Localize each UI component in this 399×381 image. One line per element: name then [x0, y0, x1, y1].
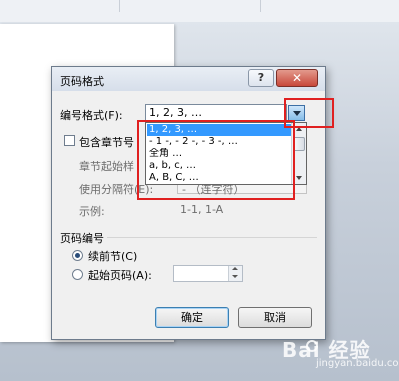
number-format-value: 1, 2, 3, …: [149, 106, 202, 119]
start-at-radio[interactable]: [72, 269, 83, 280]
chapter-style-label: 章节起始样: [79, 160, 134, 173]
highlight-box-list: [137, 120, 295, 200]
page-numbering-heading: 页码编号: [60, 232, 104, 245]
start-at-spinner[interactable]: [173, 265, 243, 282]
number-format-select[interactable]: 1, 2, 3, …: [145, 104, 287, 121]
window-background-top: [0, 0, 399, 22]
continue-label[interactable]: 续前节(C): [88, 248, 137, 264]
spinner-buttons: [228, 266, 242, 281]
watermark-url: jingyan.baidu.com: [316, 358, 399, 369]
highlight-box-arrow: [284, 98, 334, 128]
ok-button[interactable]: 确定: [155, 307, 229, 328]
example-value: 1-1, 1-A: [180, 203, 224, 216]
cancel-button[interactable]: 取消: [238, 307, 312, 328]
ruler-mark: [119, 0, 120, 12]
number-format-label: 编号格式(F):: [60, 109, 123, 122]
start-at-label[interactable]: 起始页码(A):: [88, 267, 152, 283]
dialog-titlebar[interactable]: 页码格式 ? ✕: [52, 67, 325, 91]
section-divider: [107, 237, 317, 238]
include-chapter-checkbox[interactable]: [64, 135, 75, 146]
include-chapter-label[interactable]: 包含章节号: [79, 134, 134, 150]
close-button[interactable]: ✕: [276, 69, 318, 87]
example-label: 示例:: [79, 205, 105, 218]
dialog-title: 页码格式: [60, 75, 104, 88]
help-button[interactable]: ?: [248, 69, 274, 87]
continue-radio[interactable]: [72, 250, 83, 261]
ruler-mark: [260, 0, 261, 12]
